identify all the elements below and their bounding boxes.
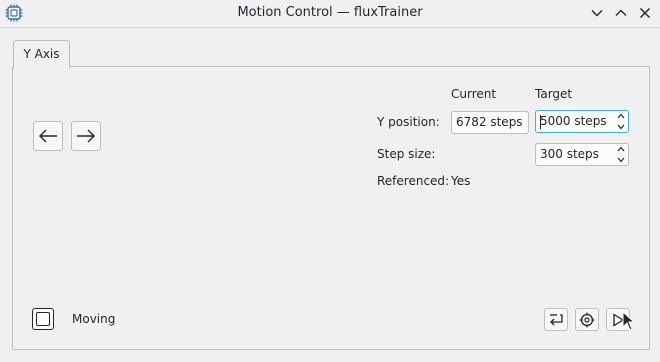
moving-checkbox[interactable] [32,308,54,330]
spin-arrows[interactable] [616,113,626,130]
crosshair-icon [579,312,595,327]
mouse-cursor-icon [622,311,636,331]
arrow-right-icon [77,129,95,143]
move-left-button[interactable] [33,121,63,151]
checkbox-box [36,312,50,326]
move-right-button[interactable] [71,121,101,151]
moving-label: Moving [72,312,116,326]
close-button[interactable] [636,4,654,22]
spin-up-icon[interactable] [617,146,625,152]
spin-arrows[interactable] [616,146,626,163]
reference-button[interactable] [575,308,599,331]
close-icon [640,8,650,18]
step-size-spinbox[interactable]: 300 steps [535,143,629,166]
chevron-down-icon [591,10,603,17]
referenced-value: Yes [451,174,471,188]
target-position-value: 5000 steps [540,114,607,128]
current-position-field: 6782 steps [451,111,529,134]
spin-down-icon[interactable] [617,124,625,130]
chevron-up-icon [615,9,627,16]
return-button[interactable] [544,308,568,331]
current-position-value: 6782 steps [456,115,523,129]
target-header: Target [535,87,573,101]
spin-down-icon[interactable] [617,157,625,163]
text-caret [540,115,541,129]
current-header: Current [451,87,497,101]
referenced-label: Referenced: [377,174,450,188]
window-title: Motion Control — fluxTrainer [237,5,423,20]
step-size-label: Step size: [377,147,436,161]
y-position-label: Y position: [377,115,440,129]
tab-y-axis[interactable]: Y Axis [13,40,70,68]
spin-up-icon[interactable] [617,113,625,119]
return-icon [550,313,563,325]
title-bar: Motion Control — fluxTrainer [0,0,660,28]
maximize-button[interactable] [612,4,630,22]
arrow-left-icon [39,129,57,143]
minimize-button[interactable] [588,4,606,22]
target-position-spinbox[interactable]: 5000 steps [535,110,629,133]
step-size-value: 300 steps [540,147,599,161]
